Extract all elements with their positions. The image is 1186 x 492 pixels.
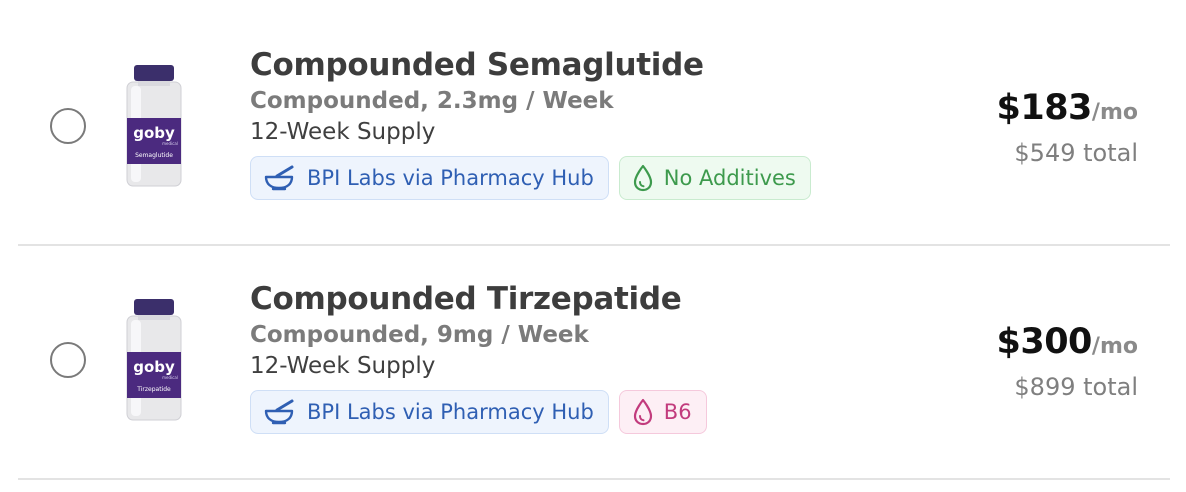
feature-tag-label: No Additives: [663, 166, 796, 190]
product-option-tirzepatide[interactable]: goby medical Tirzepatide Compounded Tirz…: [18, 244, 1170, 480]
product-title: Compounded Semaglutide: [250, 47, 704, 83]
pharmacy-tag-label: BPI Labs via Pharmacy Hub: [307, 400, 594, 424]
feature-tag: No Additives: [618, 156, 811, 200]
pharmacy-tag: BPI Labs via Pharmacy Hub: [250, 390, 609, 434]
product-title: Compounded Tirzepatide: [250, 281, 682, 317]
price-block: $300/mo $899 total: [997, 320, 1139, 404]
pharmacy-tag: BPI Labs via Pharmacy Hub: [250, 156, 609, 200]
monthly-price: $183: [996, 88, 1093, 128]
price-period: /mo: [1091, 100, 1138, 125]
product-tags: BPI Labs via Pharmacy Hub No Additives: [250, 156, 970, 200]
vial-image: goby medical Semaglutide: [124, 64, 184, 189]
total-price: $549 total: [1014, 139, 1138, 167]
feature-tag-label: B6: [663, 400, 692, 424]
product-info: Compounded Tirzepatide Compounded, 9mg /…: [250, 280, 970, 434]
pharmacy-tag-label: BPI Labs via Pharmacy Hub: [307, 166, 594, 190]
feature-tag: B6: [618, 390, 707, 434]
product-dose: Compounded, 9mg / Week: [250, 322, 589, 348]
radio-button[interactable]: [50, 108, 86, 144]
price-block: $183/mo $549 total: [997, 86, 1139, 170]
droplet-icon: [633, 398, 652, 426]
mortar-pestle-icon: [264, 165, 294, 191]
product-tags: BPI Labs via Pharmacy Hub B6: [250, 390, 970, 434]
product-supply: 12-Week Supply: [250, 119, 436, 145]
price-period: /mo: [1091, 334, 1138, 359]
product-supply: 12-Week Supply: [250, 353, 436, 379]
vial-brand-sub: medical: [162, 141, 178, 146]
product-option-semaglutide[interactable]: goby medical Semaglutide Compounded Sema…: [18, 10, 1170, 246]
product-info: Compounded Semaglutide Compounded, 2.3mg…: [250, 46, 970, 200]
mortar-pestle-icon: [264, 399, 294, 425]
vial-brand: goby: [133, 124, 175, 142]
radio-button[interactable]: [50, 342, 86, 378]
vial-image: goby medical Tirzepatide: [124, 298, 184, 423]
product-dose: Compounded, 2.3mg / Week: [250, 88, 614, 114]
total-price: $899 total: [1014, 373, 1138, 401]
vial-brand: goby: [133, 358, 175, 376]
droplet-icon: [633, 164, 652, 192]
vial-label: Tirzepatide: [136, 386, 171, 393]
monthly-price: $300: [996, 322, 1093, 362]
vial-brand-sub: medical: [162, 375, 178, 380]
vial-label: Semaglutide: [135, 152, 173, 159]
